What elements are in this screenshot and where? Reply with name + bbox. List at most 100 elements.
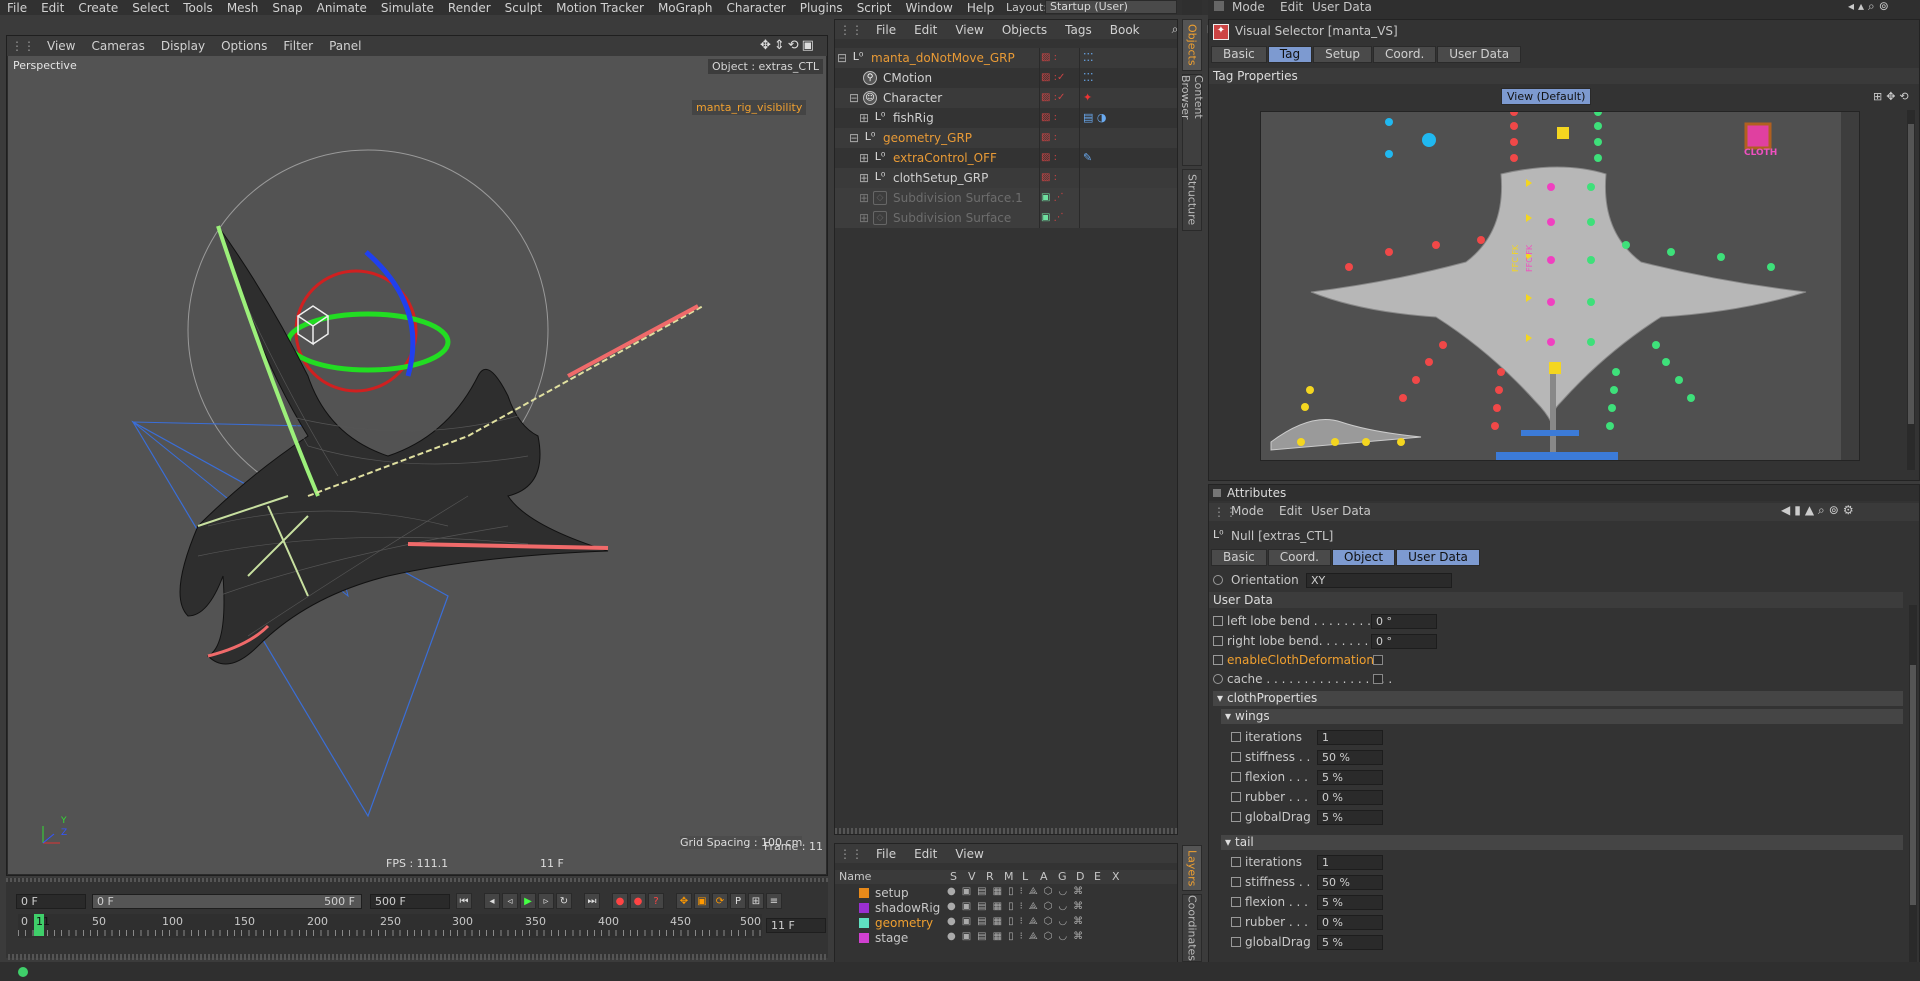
layer-switches[interactable]: ●▣▤▦▯⁝⟁⬡◡⌘	[947, 886, 1089, 897]
attr-menu-userdata[interactable]: User Data	[1311, 504, 1371, 518]
key-pla-icon[interactable]: ⊞	[748, 893, 764, 909]
autokey-icon[interactable]: ●	[630, 893, 646, 909]
tags-column[interactable]: ⁚⁚⁚ ⁚⁚⁚ ✦ ▤ ◑ ✎	[1083, 48, 1143, 228]
layer-col-manager[interactable]: M	[1004, 870, 1014, 883]
lm-menu-view[interactable]: View	[946, 847, 992, 861]
expand-icon[interactable]: ⊞	[859, 171, 869, 185]
key-position-icon[interactable]: ✥	[676, 893, 692, 909]
timeline-end-field[interactable]: 500 F	[370, 894, 450, 909]
prev-frame-icon[interactable]: ◃	[502, 893, 518, 909]
tail-flexion-field[interactable]: 5 %	[1317, 895, 1383, 910]
menu-mesh[interactable]: Mesh	[220, 1, 266, 15]
attr-menu-mode[interactable]: Mode	[1231, 504, 1264, 518]
key-param-icon[interactable]: P	[730, 893, 746, 909]
vp-menu-display[interactable]: Display	[153, 39, 213, 53]
layer-switches[interactable]: ●▣▤▦▯⁝⟁⬡◡⌘	[947, 916, 1089, 927]
layer-col-animation[interactable]: A	[1040, 870, 1048, 883]
wings-rubber-field[interactable]: 0 %	[1317, 790, 1383, 805]
wings-group[interactable]: ▾ wings	[1221, 709, 1903, 724]
menu-window[interactable]: Window	[899, 1, 960, 15]
vp-menu-cameras[interactable]: Cameras	[83, 39, 152, 53]
menu-plugins[interactable]: Plugins	[793, 1, 850, 15]
menu-sculpt[interactable]: Sculpt	[498, 1, 549, 15]
animate-icon[interactable]	[1231, 857, 1241, 867]
menu-tools[interactable]: Tools	[176, 1, 220, 15]
tail-group[interactable]: ▾ tail	[1221, 835, 1903, 850]
timeline-menu-icon[interactable]: ≡	[766, 893, 782, 909]
layer-row[interactable]: stage ●▣▤▦▯⁝⟁⬡◡⌘	[835, 931, 1177, 946]
layer-col-expressions[interactable]: E	[1094, 870, 1101, 883]
collapse-icon[interactable]: ⊟	[849, 131, 859, 145]
om-menu-book[interactable]: Book	[1101, 23, 1149, 37]
play-icon[interactable]: ▶	[520, 893, 536, 909]
panel-toggle-icon[interactable]	[1213, 489, 1221, 497]
cloth-toggle-icon[interactable]	[1744, 122, 1772, 150]
keyframe-selection-icon[interactable]: ?	[648, 893, 664, 909]
next-frame-icon[interactable]: ▹	[538, 893, 554, 909]
menu-help[interactable]: Help	[960, 1, 1001, 15]
menu-script[interactable]: Script	[850, 1, 899, 15]
current-frame-field[interactable]: 11 F	[766, 918, 826, 933]
tab-objects[interactable]: Objects	[1182, 19, 1202, 71]
enable-cloth-checkbox[interactable]	[1373, 655, 1383, 665]
layer-color-swatch[interactable]	[859, 918, 869, 928]
om-menu-view[interactable]: View	[946, 23, 992, 37]
layer-switches[interactable]: ●▣▤▦▯⁝⟁⬡◡⌘	[947, 901, 1089, 912]
tab-coordinates[interactable]: Coordinates	[1182, 894, 1202, 962]
menu-animate[interactable]: Animate	[310, 1, 374, 15]
wings-stiffness-field[interactable]: 50 %	[1317, 750, 1383, 765]
collapse-icon[interactable]: ⊟	[849, 91, 859, 105]
vp-menu-view[interactable]: View	[39, 39, 83, 53]
timeline-range-slider[interactable]: 0 F 500 F	[92, 894, 362, 909]
layer-col-view[interactable]: V	[968, 870, 976, 883]
layout-select[interactable]: Startup (User)	[1045, 0, 1177, 14]
menu-create[interactable]: Create	[71, 1, 125, 15]
animate-icon[interactable]	[1231, 772, 1241, 782]
animate-icon[interactable]	[1231, 812, 1241, 822]
om-menu-file[interactable]: File	[867, 23, 905, 37]
layer-row[interactable]: geometry ●▣▤▦▯⁝⟁⬡◡⌘	[835, 916, 1177, 931]
record-icon[interactable]: ●	[612, 893, 628, 909]
tab-basic[interactable]: Basic	[1211, 46, 1267, 63]
tail-global-drag-field[interactable]: 5 %	[1317, 935, 1383, 950]
tab-content-browser[interactable]: Content Browser	[1179, 74, 1205, 166]
timeline-ruler[interactable]: 0 11 50 100 150 200 250 300 350 400 450 …	[18, 914, 762, 938]
attr-tab-basic[interactable]: Basic	[1211, 549, 1267, 566]
animate-icon[interactable]	[1231, 792, 1241, 802]
tab-coord[interactable]: Coord.	[1373, 46, 1437, 63]
layer-color-swatch[interactable]	[859, 933, 869, 943]
layer-switches[interactable]: ●▣▤▦▯⁝⟁⬡◡⌘	[947, 931, 1089, 942]
tab-layers[interactable]: Layers	[1182, 845, 1202, 891]
panel-toggle-icon[interactable]	[1214, 1, 1224, 11]
menu-snap[interactable]: Snap	[265, 1, 309, 15]
layer-col-locked[interactable]: L	[1022, 870, 1028, 883]
expand-icon[interactable]: ⊞	[859, 211, 869, 225]
menu-mograph[interactable]: MoGraph	[651, 1, 720, 15]
viewport-canvas[interactable]: Perspective Object : extras_CTL manta_ri…	[8, 56, 826, 874]
attributes-scrollbar[interactable]	[1909, 605, 1917, 965]
tag-menu-userdata[interactable]: User Data	[1312, 0, 1372, 14]
attr-tab-object[interactable]: Object	[1332, 549, 1396, 566]
layer-row[interactable]: setup ●▣▤▦▯⁝⟁⬡◡⌘	[835, 886, 1177, 901]
om-grip-icon[interactable]: ⋮⋮	[835, 23, 867, 37]
tab-user-data[interactable]: User Data	[1437, 46, 1522, 63]
lm-menu-file[interactable]: File	[867, 847, 905, 861]
loop-icon[interactable]: ↻	[556, 893, 572, 909]
attr-tab-coord[interactable]: Coord.	[1267, 549, 1331, 566]
left-lobe-bend-field[interactable]: 0 °	[1371, 614, 1437, 629]
layer-col-solo[interactable]: S	[950, 870, 957, 883]
animate-icon[interactable]	[1231, 917, 1241, 927]
vp-menu-filter[interactable]: Filter	[275, 39, 321, 53]
om-menu-edit[interactable]: Edit	[905, 23, 946, 37]
layer-color-swatch[interactable]	[859, 888, 869, 898]
animate-icon[interactable]	[1231, 897, 1241, 907]
menu-select[interactable]: Select	[125, 1, 176, 15]
layer-col-deformers[interactable]: D	[1076, 870, 1084, 883]
orientation-dropdown[interactable]: XY	[1306, 573, 1452, 588]
right-lobe-bend-field[interactable]: 0 °	[1371, 634, 1437, 649]
animate-icon[interactable]	[1213, 655, 1223, 665]
tag-nav-icons[interactable]: ◂▴⌕⊚	[1848, 0, 1893, 14]
tag-menu-mode[interactable]: Mode	[1232, 0, 1265, 14]
tag-menu-edit[interactable]: Edit	[1280, 0, 1303, 14]
key-scale-icon[interactable]: ▣	[694, 893, 710, 909]
